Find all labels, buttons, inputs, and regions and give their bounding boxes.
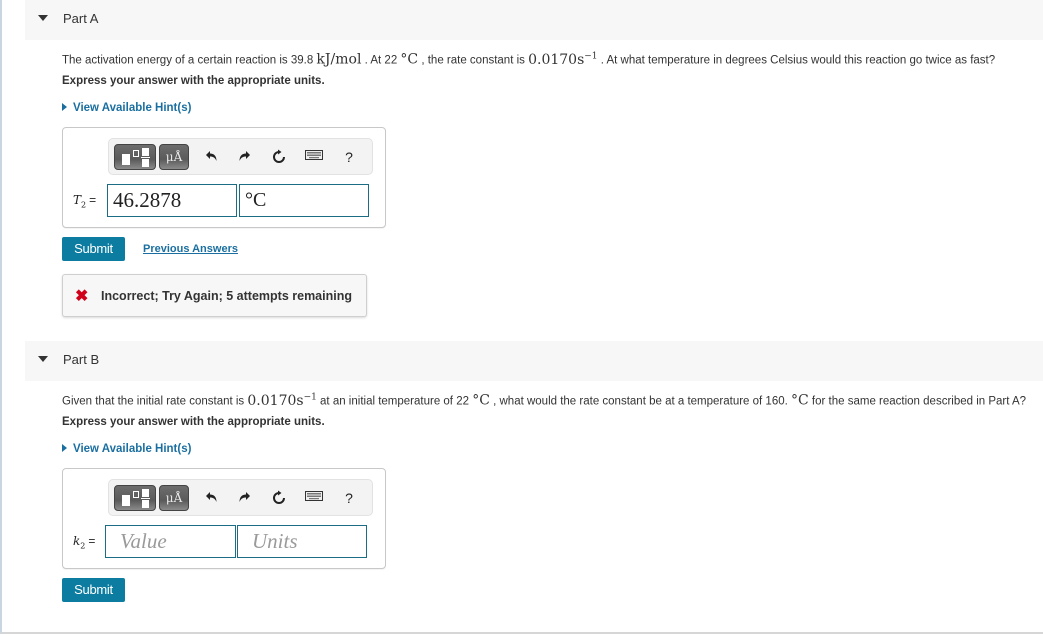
expand-triangle-icon (62, 444, 67, 452)
question-text: , the rate constant is (418, 54, 529, 67)
redo-button[interactable] (233, 486, 255, 510)
temp-unit: °C (472, 392, 490, 409)
question-text: . At what temperature in degrees Celsius… (597, 54, 996, 67)
question-text: The activation energy of a certain react… (62, 54, 317, 67)
undo-icon (206, 492, 217, 502)
feedback-message: ✖ Incorrect; Try Again; 5 attempts remai… (62, 274, 367, 317)
reset-button[interactable] (268, 486, 290, 510)
part-b-header[interactable]: Part B (25, 341, 1043, 381)
rate-value: 0.0170s (528, 51, 585, 68)
undo-button[interactable] (201, 486, 223, 510)
part-b-express-instruction: Express your answer with the appropriate… (62, 416, 325, 428)
part-b-view-hints-link[interactable]: View Available Hint(s) (62, 443, 191, 455)
variable-subscript: 2 (81, 200, 87, 210)
keyboard-icon (305, 491, 323, 501)
question-text: at an initial temperature of 22 (316, 395, 473, 408)
part-a-title: Part A (63, 11, 99, 26)
value-input[interactable]: Value (105, 525, 236, 558)
expand-triangle-icon (62, 103, 67, 111)
part-a-question: The activation energy of a certain react… (62, 51, 995, 68)
math-toolbar: μÅ ? (108, 479, 373, 516)
keyboard-button[interactable] (303, 145, 325, 169)
part-a-header[interactable]: Part A (25, 0, 1043, 40)
part-a-view-hints-link[interactable]: View Available Hint(s) (62, 102, 191, 114)
units-input[interactable]: °C (239, 184, 369, 217)
temp-unit: °C (791, 392, 809, 409)
keyboard-icon (305, 150, 323, 160)
undo-icon (206, 151, 217, 161)
collapse-caret-icon[interactable] (38, 15, 48, 21)
rate-exponent: −1 (303, 392, 317, 402)
value-input[interactable]: 46.2878 (107, 184, 237, 217)
units-button[interactable]: μÅ (159, 144, 189, 170)
feedback-text: Incorrect; Try Again; 5 attempts remaini… (101, 289, 352, 303)
keyboard-button[interactable] (303, 486, 325, 510)
variable-subscript: 2 (80, 541, 86, 551)
part-a-answer-box: μÅ ? T2 = 46.2878 °C (62, 127, 386, 228)
rate-constant: 0.0170s−1 (247, 392, 317, 409)
energy-unit: kJ/mol (316, 51, 362, 68)
temp-unit: °C (400, 51, 419, 68)
reset-icon (273, 490, 285, 504)
help-button[interactable]: ? (338, 145, 360, 169)
reset-button[interactable] (268, 145, 290, 169)
redo-button[interactable] (233, 145, 255, 169)
hint-label: View Available Hint(s) (73, 102, 192, 114)
question-text: , what would the rate constant be at a t… (489, 395, 792, 408)
variable-symbol: T (73, 193, 82, 207)
help-button[interactable]: ? (338, 486, 360, 510)
part-b-question: Given that the initial rate constant is … (62, 392, 1026, 409)
templates-button[interactable] (114, 144, 156, 170)
variable-label-t2: T2 = (73, 193, 96, 209)
reset-icon (273, 149, 285, 163)
previous-answers-link[interactable]: Previous Answers (143, 243, 238, 255)
question-text: Given that the initial rate constant is (62, 395, 248, 408)
units-input[interactable]: Units (237, 525, 367, 558)
undo-button[interactable] (201, 145, 223, 169)
templates-button[interactable] (114, 485, 156, 511)
rate-value: 0.0170s (247, 392, 304, 409)
units-button[interactable]: μÅ (159, 485, 189, 511)
part-b-submit-button[interactable]: Submit (62, 578, 125, 602)
incorrect-x-icon: ✖ (75, 288, 89, 305)
question-text: . At 22 (361, 54, 401, 67)
part-b-answer-box: μÅ ? k2 = Value Units (62, 468, 386, 569)
variable-label-k2: k2 = (73, 534, 95, 550)
equals-sign: = (89, 193, 97, 207)
equals-sign: = (88, 534, 96, 548)
redo-icon (239, 151, 250, 161)
rate-constant: 0.0170s−1 (528, 51, 598, 68)
part-b-title: Part B (63, 352, 100, 367)
collapse-caret-icon[interactable] (38, 356, 48, 362)
part-a-submit-button[interactable]: Submit (62, 237, 125, 261)
redo-icon (239, 492, 250, 502)
question-text: for the same reaction described in Part … (808, 395, 1027, 408)
math-toolbar: μÅ ? (108, 138, 373, 175)
rate-exponent: −1 (584, 51, 598, 61)
part-a-express-instruction: Express your answer with the appropriate… (62, 75, 325, 87)
hint-label: View Available Hint(s) (73, 443, 192, 455)
